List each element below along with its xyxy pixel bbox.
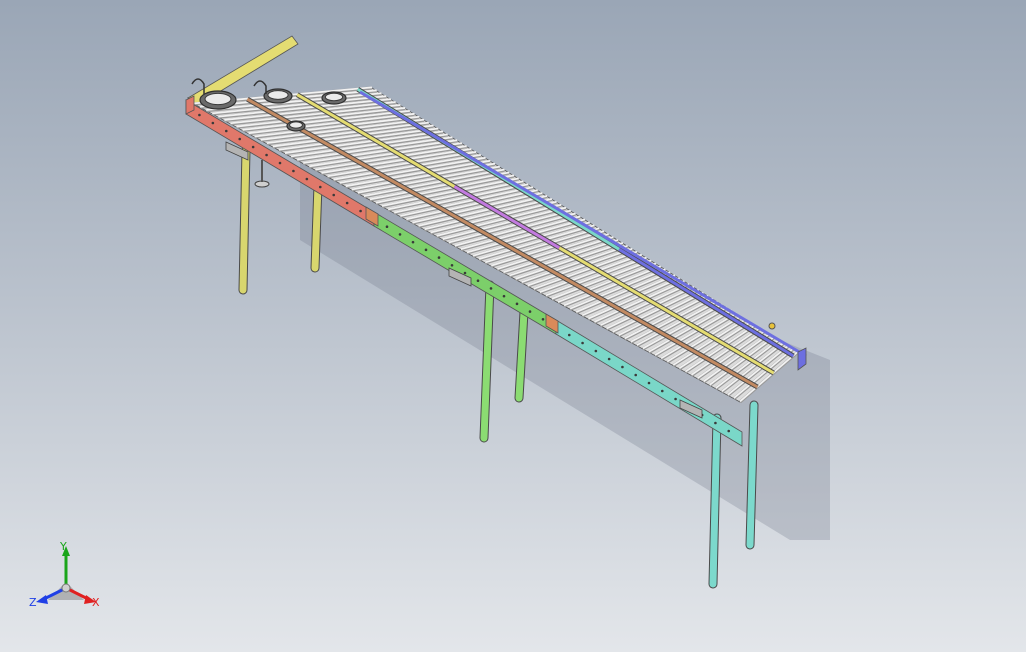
frame-hole [502,294,506,298]
z-axis-label: Z [29,596,37,609]
frame-hole [674,397,677,401]
leg-front-1 [239,146,250,294]
frame-hole [398,233,402,236]
frame-hole [345,201,349,205]
leg-front-3 [709,414,721,588]
frame-hole [292,169,295,173]
frame-hole [385,225,389,229]
leg-back-2 [515,308,528,402]
frame-hole [714,421,717,425]
frame-hole [278,161,282,165]
ring-bore-3 [324,92,344,102]
frame-hole [660,389,664,393]
frame-hole [515,302,519,306]
ring-bore-4 [289,121,303,129]
leg-back-1 [311,181,322,272]
frame-hole [265,153,268,157]
leg-back-3 [746,401,758,549]
frame-hole [424,248,428,252]
frame-hole [634,373,638,377]
ring-bore-1 [204,92,232,106]
conveyor-model[interactable] [0,0,1026,652]
frame-hole [211,121,215,125]
hook-handle-2 [253,80,267,94]
frame-hole [318,185,322,189]
end-fitting-icon [768,322,776,330]
x-axis-label: X [92,596,100,609]
frame-hole [251,145,255,149]
frame-hole [332,193,336,197]
frame-hole [411,240,415,244]
frame-hole [224,129,228,133]
frame-hole [463,271,467,275]
cad-viewport[interactable]: Y X Z [0,0,1026,652]
frame-hole [476,279,480,283]
y-axis-label: Y [59,540,67,553]
frame-hole [450,263,454,267]
frame-hole [437,256,441,259]
ring-bore-2 [267,90,289,100]
frame-hole [305,177,309,181]
frame-hole [359,209,362,213]
frame-hole [607,357,611,361]
frame-hole [567,333,571,337]
z-axis-arrow-icon [36,595,48,604]
triad-origin-icon [61,583,71,593]
frame-hole [541,317,545,321]
frame-hole [621,365,624,369]
orientation-triad[interactable]: Y X Z [26,538,106,618]
frame-hole [647,381,651,385]
frame-hole [489,287,493,290]
frame-hole [594,349,598,353]
frame-hole [198,113,201,117]
frame-hole [238,137,242,141]
frame-hole [528,310,532,313]
frame-hole [727,429,731,433]
frame-hole [581,341,584,345]
